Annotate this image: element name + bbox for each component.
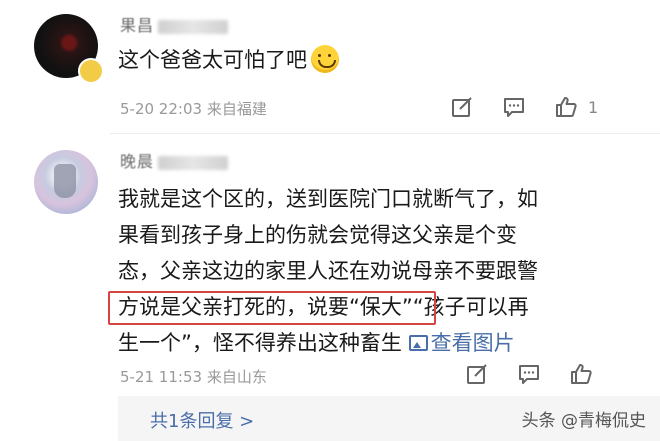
avatar[interactable] — [34, 150, 98, 214]
comment-text: 这个爸爸太可怕了吧 — [118, 42, 339, 78]
comment-meta: 5-20 22:03 来自福建 — [120, 98, 267, 119]
username[interactable]: 晚晨 — [120, 148, 229, 172]
reply-button[interactable] — [502, 94, 528, 120]
comment-item: 晚晨 我就是这个区的，送到医院门口就断气了，如 果看到孩子身上的伤就会觉得这父亲… — [0, 138, 660, 441]
comment-text: 我就是这个区的，送到医院门口就断气了，如 果看到孩子身上的伤就会觉得这父亲是个变… — [118, 181, 588, 361]
repost-button[interactable] — [450, 94, 476, 120]
comment-icon — [519, 365, 539, 384]
comment-line-last: 生一个”，怪不得养出这种畜生 查看图片 — [118, 325, 588, 361]
comment-location: 来自山东 — [206, 368, 267, 386]
repost-button[interactable] — [465, 361, 491, 387]
comment-location: 来自福建 — [206, 100, 267, 118]
share-edit-icon — [452, 97, 472, 117]
like-count: 1 — [588, 97, 599, 117]
username[interactable]: 果昌 — [120, 12, 229, 36]
comment-actions: 1 — [450, 94, 598, 120]
comment-line: 果看到孩子身上的伤就会觉得这父亲是个变 — [118, 223, 517, 247]
share-edit-icon — [467, 364, 487, 384]
like-button[interactable] — [554, 94, 580, 120]
comment-meta: 5-21 11:53 来自山东 — [120, 366, 267, 387]
comment-item: 果昌 这个爸爸太可怕了吧 5-20 22:03 来自福建 1 — [0, 0, 660, 130]
watermark: 头条 @青梅侃史 — [521, 411, 646, 431]
view-pictures-label: 查看图片 — [430, 331, 515, 355]
comment-date: 5-21 11:53 — [120, 368, 203, 386]
thumbs-up-icon — [556, 97, 577, 117]
comment-line: 态，父亲这边的家里人还在劝说母亲不要跟警 — [118, 259, 538, 283]
comment-date: 5-20 22:03 — [120, 100, 203, 118]
thumbs-up-icon — [571, 364, 592, 384]
comment-icon — [504, 98, 524, 117]
reply-button[interactable] — [517, 361, 543, 387]
view-pictures-link[interactable]: 查看图片 — [408, 331, 515, 355]
comment-line: 方说是父亲打死的，说要“保大”“孩子可以再 — [118, 295, 529, 319]
view-replies-link[interactable]: 共1条回复 > — [150, 407, 254, 433]
comment-text-body: 这个爸爸太可怕了吧 — [118, 48, 307, 72]
comment-line: 我就是这个区的，送到医院门口就断气了，如 — [118, 187, 538, 211]
like-button[interactable] — [569, 361, 595, 387]
comment-line-text: 生一个”，怪不得养出这种畜生 — [118, 331, 402, 355]
verified-badge-icon — [78, 58, 104, 84]
grin-sweat-emoji-icon — [311, 45, 339, 73]
divider — [110, 133, 660, 134]
comment-actions — [465, 361, 621, 387]
image-icon — [408, 335, 428, 351]
